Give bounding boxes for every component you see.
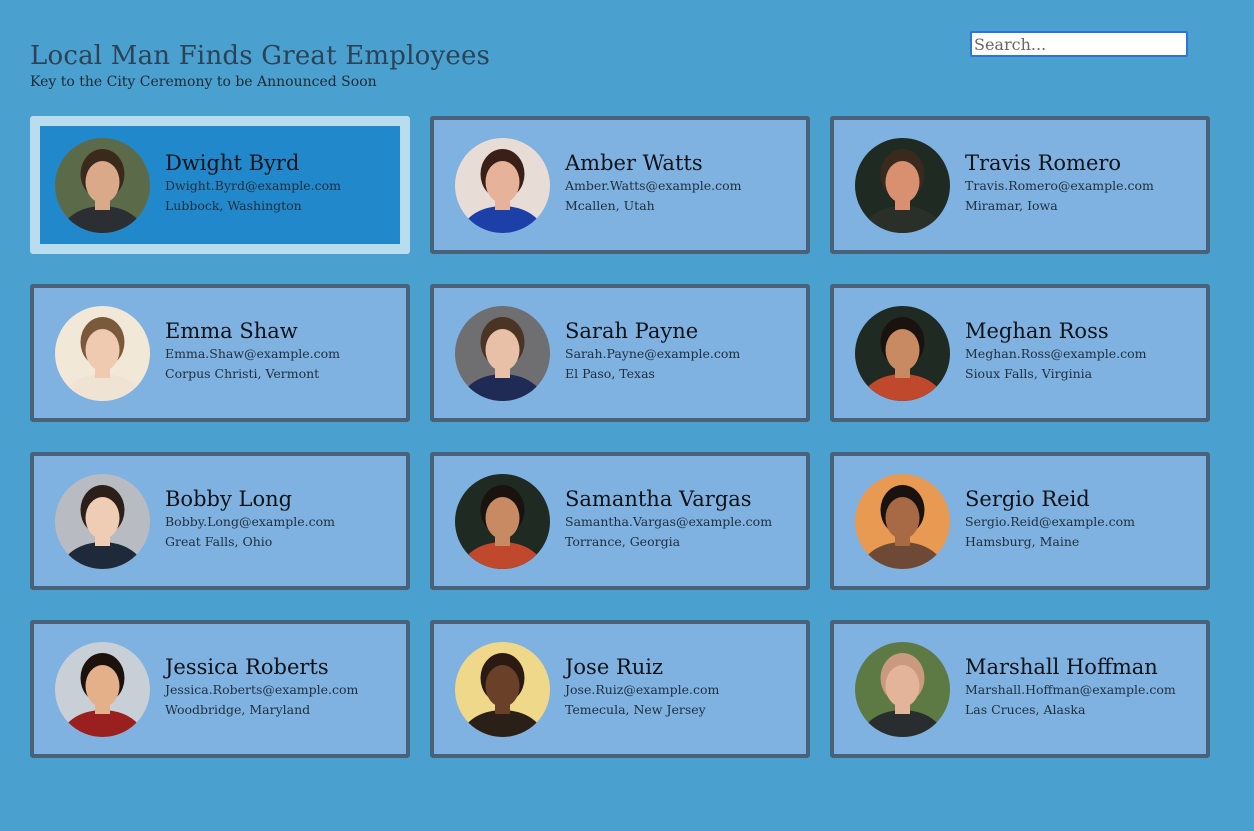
avatar bbox=[55, 641, 150, 737]
employee-location: Temecula, New Jersey bbox=[565, 702, 706, 717]
employee-email: Sarah.Payne@example.com bbox=[565, 346, 741, 361]
employee-card[interactable]: Emma Shaw Emma.Shaw@example.com Corpus Chr… bbox=[30, 284, 410, 422]
employee-name: Jessica Roberts bbox=[165, 655, 329, 679]
employee-location: Las Cruces, Alaska bbox=[965, 702, 1086, 717]
employee-card[interactable]: Sarah Payne Sarah.Payne@example.com El Pas… bbox=[430, 284, 810, 422]
employee-location: Corpus Christi, Vermont bbox=[165, 366, 320, 381]
employee-info: Meghan Ross Meghan.Ross@example.com Sioux … bbox=[965, 318, 1147, 384]
avatar bbox=[855, 305, 950, 401]
employee-email: Marshall.Hoffman@example.com bbox=[965, 682, 1176, 697]
employee-name: Samantha Vargas bbox=[565, 487, 752, 511]
avatar bbox=[855, 473, 950, 569]
employee-name: Sergio Reid bbox=[965, 487, 1090, 511]
search-input[interactable] bbox=[970, 31, 1188, 57]
employee-location: Sioux Falls, Virginia bbox=[965, 366, 1093, 381]
employee-card[interactable]: Marshall Hoffman Marshall.Hoffman@example… bbox=[830, 620, 1210, 758]
employee-card[interactable]: Travis Romero Travis.Romero@example.com Mi… bbox=[830, 116, 1210, 254]
employee-info: Sarah Payne Sarah.Payne@example.com El Pas… bbox=[565, 318, 740, 384]
employee-email: Amber.Watts@example.com bbox=[565, 178, 742, 193]
employee-email: Jose.Ruiz@example.com bbox=[565, 682, 720, 697]
employee-info: Emma Shaw Emma.Shaw@example.com Corpus Chr… bbox=[165, 318, 340, 384]
employee-info: Samantha Vargas Samantha.Vargas@example.c… bbox=[565, 486, 772, 552]
employee-name: Amber Watts bbox=[565, 151, 703, 175]
employee-location: El Paso, Texas bbox=[565, 366, 655, 381]
avatar bbox=[55, 137, 150, 233]
employee-info: Travis Romero Travis.Romero@example.com Mi… bbox=[965, 150, 1154, 216]
employee-name: Bobby Long bbox=[165, 487, 293, 511]
employee-email: Meghan.Ross@example.com bbox=[965, 346, 1147, 361]
employee-info: Amber Watts Amber.Watts@example.com Mcalle… bbox=[565, 150, 742, 216]
employee-card[interactable]: Sergio Reid Sergio.Reid@example.com Hamsbu… bbox=[830, 452, 1210, 590]
page-title: Local Man Finds Great Employees bbox=[30, 41, 491, 71]
employee-info: Bobby Long Bobby.Long@example.com Great Fa… bbox=[165, 486, 335, 552]
employee-info: Sergio Reid Sergio.Reid@example.com Hamsbu… bbox=[965, 486, 1135, 552]
employee-email: Travis.Romero@example.com bbox=[965, 178, 1154, 193]
employee-card[interactable]: Meghan Ross Meghan.Ross@example.com Sioux … bbox=[830, 284, 1210, 422]
employee-location: Torrance, Georgia bbox=[565, 534, 681, 549]
employee-email: Emma.Shaw@example.com bbox=[165, 346, 341, 361]
avatar bbox=[855, 641, 950, 737]
employee-card[interactable]: Jessica Roberts Jessica.Roberts@example.c… bbox=[30, 620, 410, 758]
employee-grid: Dwight Byrd Dwight.Byrd@example.com Lubboc… bbox=[30, 116, 1210, 758]
page-header: Local Man Finds Great Employees Key to t… bbox=[30, 40, 490, 92]
employee-name: Jose Ruiz bbox=[565, 655, 664, 679]
avatar bbox=[455, 641, 550, 737]
employee-name: Meghan Ross bbox=[965, 319, 1109, 343]
employee-location: Miramar, Iowa bbox=[965, 198, 1058, 213]
employee-email: Samantha.Vargas@example.com bbox=[565, 514, 773, 529]
employee-location: Hamsburg, Maine bbox=[965, 534, 1080, 549]
avatar bbox=[55, 473, 150, 569]
page-subtitle: Key to the City Ceremony to be Announced… bbox=[30, 74, 377, 90]
avatar bbox=[455, 473, 550, 569]
employee-name: Emma Shaw bbox=[165, 319, 298, 343]
employee-location: Mcallen, Utah bbox=[565, 198, 655, 213]
employee-info: Jessica Roberts Jessica.Roberts@example.c… bbox=[165, 654, 358, 720]
avatar bbox=[855, 137, 950, 233]
employee-info: Dwight Byrd Dwight.Byrd@example.com Lubboc… bbox=[165, 150, 341, 216]
employee-location: Great Falls, Ohio bbox=[165, 534, 273, 549]
employee-email: Bobby.Long@example.com bbox=[165, 514, 335, 529]
avatar bbox=[55, 305, 150, 401]
employee-info: Marshall Hoffman Marshall.Hoffman@example… bbox=[965, 654, 1176, 720]
employee-location: Woodbridge, Maryland bbox=[165, 702, 311, 717]
employee-card[interactable]: Jose Ruiz Jose.Ruiz@example.com Temecula, … bbox=[430, 620, 810, 758]
employee-info: Jose Ruiz Jose.Ruiz@example.com Temecula, … bbox=[565, 654, 719, 720]
employee-name: Travis Romero bbox=[965, 151, 1122, 175]
employee-email: Dwight.Byrd@example.com bbox=[165, 178, 341, 193]
employee-email: Sergio.Reid@example.com bbox=[965, 514, 1136, 529]
employee-card[interactable]: Samantha Vargas Samantha.Vargas@example.c… bbox=[430, 452, 810, 590]
avatar bbox=[455, 305, 550, 401]
employee-card[interactable]: Dwight Byrd Dwight.Byrd@example.com Lubboc… bbox=[30, 116, 410, 254]
employee-card[interactable]: Bobby Long Bobby.Long@example.com Great Fa… bbox=[30, 452, 410, 590]
employee-name: Dwight Byrd bbox=[165, 151, 300, 175]
employee-card[interactable]: Amber Watts Amber.Watts@example.com Mcalle… bbox=[430, 116, 810, 254]
avatar bbox=[455, 137, 550, 233]
employee-email: Jessica.Roberts@example.com bbox=[165, 682, 359, 697]
employee-name: Sarah Payne bbox=[565, 319, 699, 343]
employee-location: Lubbock, Washington bbox=[165, 198, 302, 213]
employee-name: Marshall Hoffman bbox=[965, 655, 1158, 679]
